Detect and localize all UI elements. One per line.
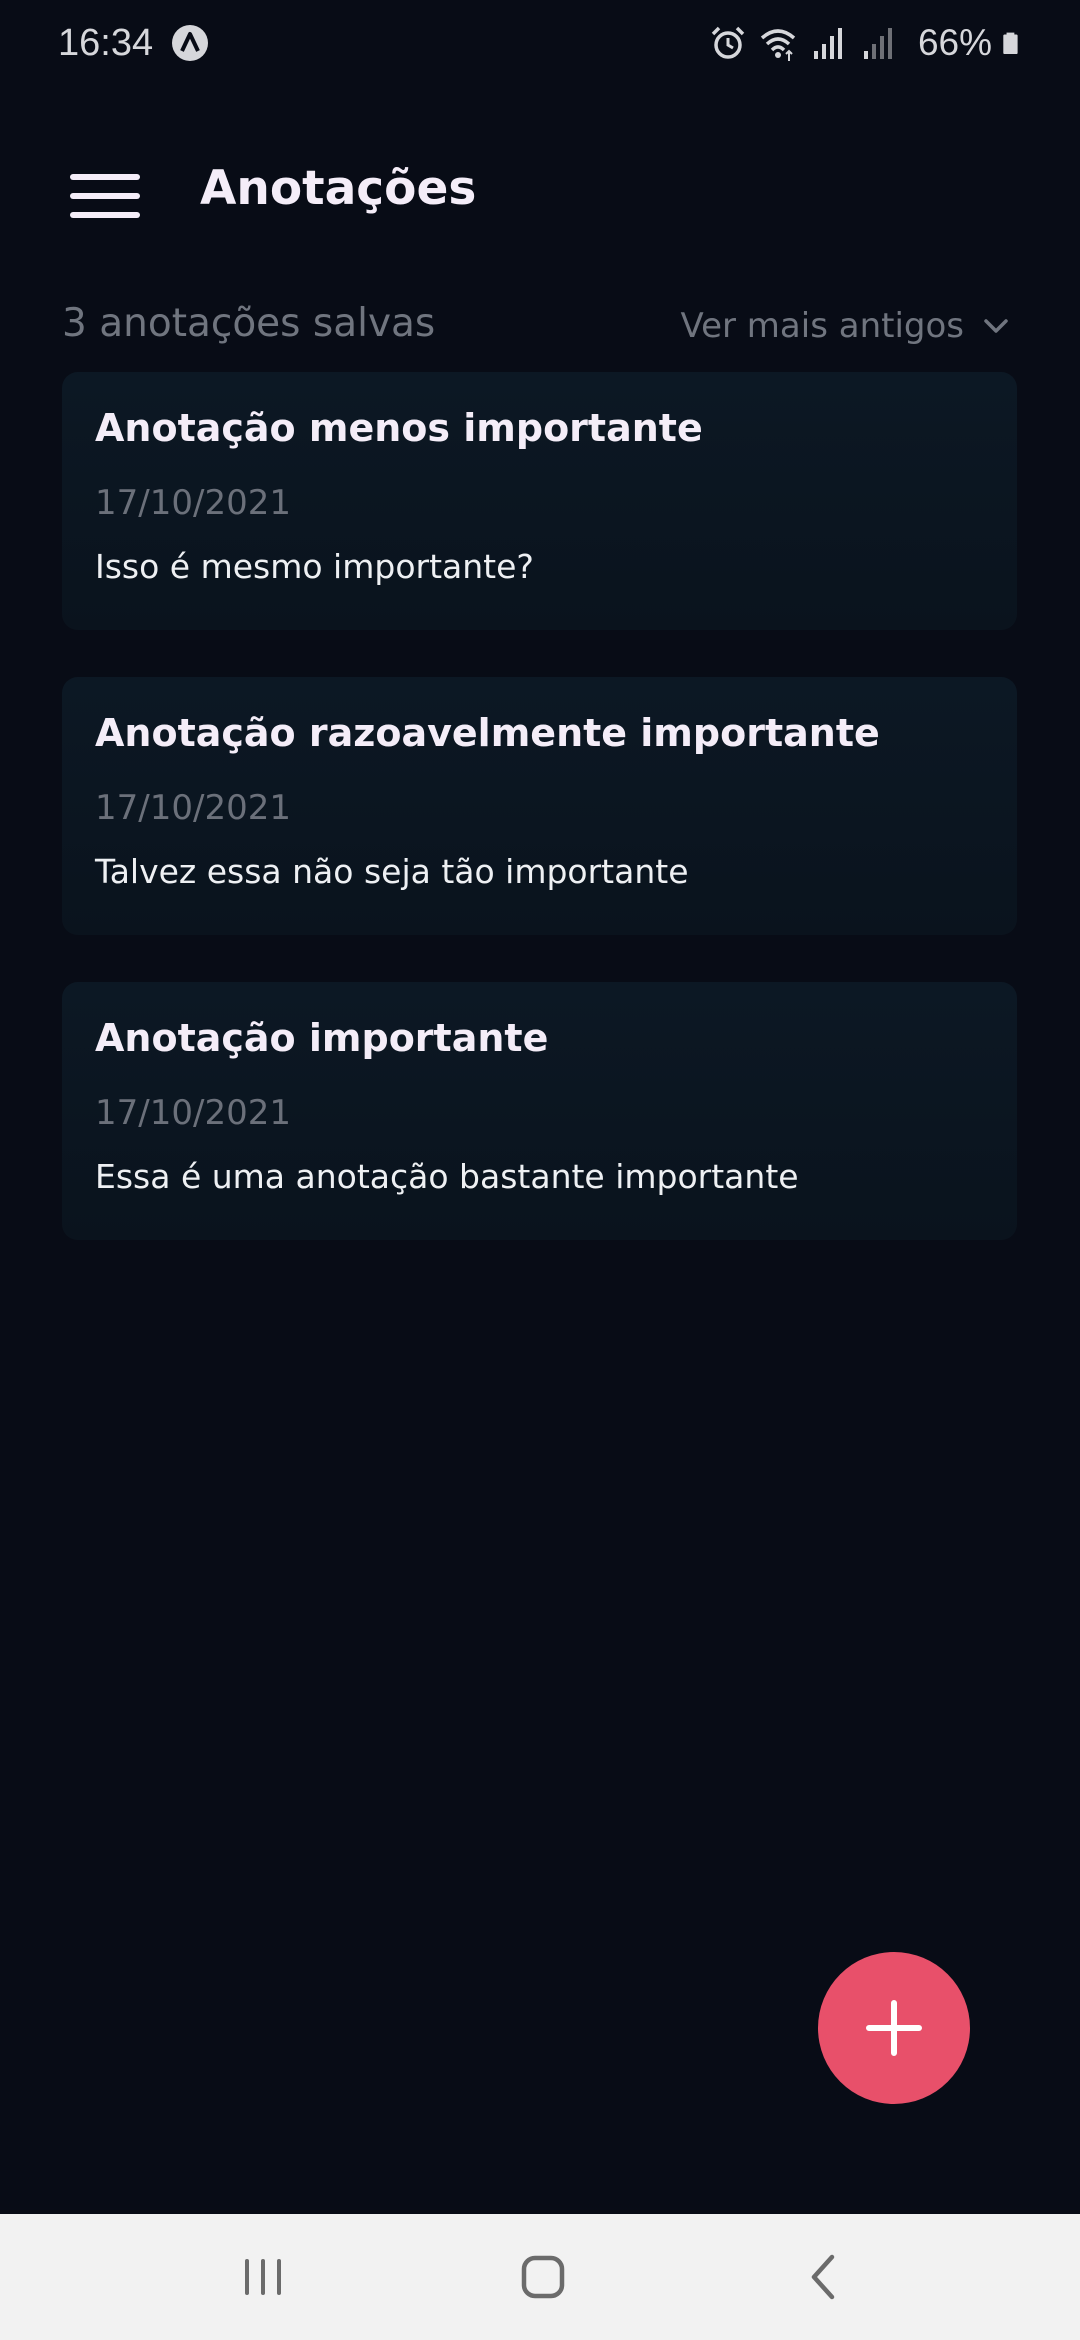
signal-icon: [813, 28, 842, 59]
status-time: 16:34: [58, 22, 154, 64]
note-card[interactable]: Anotação importante 17/10/2021 Essa é um…: [62, 982, 1017, 1240]
note-body: Essa é uma anotação bastante importante: [95, 1157, 799, 1196]
wifi-icon: [760, 29, 796, 61]
note-card[interactable]: Anotação razoavelmente importante 17/10/…: [62, 677, 1017, 935]
notes-screen: 16:34 66% Anotações 3 anotações salvas V…: [0, 0, 1080, 2340]
note-body: Isso é mesmo importante?: [95, 547, 534, 586]
note-date: 17/10/2021: [95, 1093, 291, 1133]
note-date: 17/10/2021: [95, 483, 291, 523]
chevron-down-icon: [984, 319, 1008, 333]
battery-icon: [1003, 32, 1018, 55]
sort-label: Ver mais antigos: [680, 306, 964, 346]
alarm-icon: [711, 26, 745, 59]
note-card[interactable]: Anotação menos importante 17/10/2021 Iss…: [62, 372, 1017, 630]
add-note-button[interactable]: [818, 1952, 970, 2104]
app-header: Anotações: [0, 140, 1080, 240]
plus-icon: [866, 2000, 922, 2056]
page-title: Anotações: [200, 161, 477, 216]
home-icon[interactable]: [508, 2242, 578, 2312]
battery-percentage: 66%: [917, 22, 992, 63]
status-bar: 16:34 66%: [0, 0, 1080, 88]
hamburger-menu-icon[interactable]: [58, 150, 152, 230]
status-icons: 66%: [698, 20, 1028, 66]
app-notification-icon: [172, 25, 208, 61]
note-title: Anotação razoavelmente importante: [95, 711, 880, 755]
note-date: 17/10/2021: [95, 788, 291, 828]
system-nav-bar: [0, 2214, 1080, 2340]
note-title: Anotação importante: [95, 1016, 549, 1060]
note-title: Anotação menos importante: [95, 406, 703, 450]
recent-apps-icon[interactable]: [228, 2242, 298, 2312]
note-body: Talvez essa não seja tão importante: [95, 852, 689, 891]
back-icon[interactable]: [790, 2242, 860, 2312]
notes-count: 3 anotações salvas: [62, 301, 436, 346]
sort-older-toggle[interactable]: Ver mais antigos: [680, 300, 1014, 352]
signal-weak-icon: [863, 28, 892, 59]
